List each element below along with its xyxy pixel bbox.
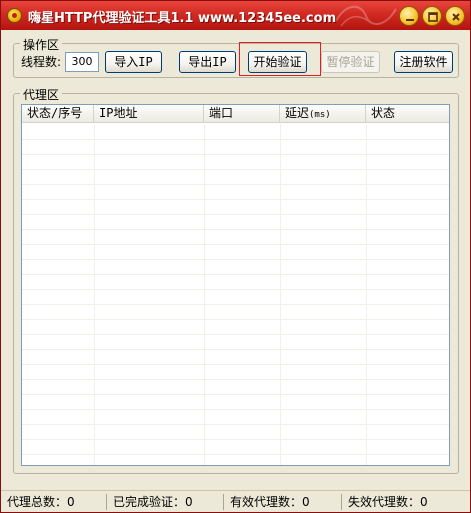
column-latency[interactable]: 延迟(ms) xyxy=(280,105,366,123)
status-total: 代理总数：0 xyxy=(7,495,75,509)
import-ip-button[interactable]: 导入IP xyxy=(105,51,162,73)
operations-group-title: 操作区 xyxy=(20,36,63,53)
column-ip-address[interactable]: IP地址 xyxy=(94,105,204,123)
threads-input[interactable]: 300 xyxy=(65,52,99,72)
proxy-group-title: 代理区 xyxy=(20,86,63,103)
close-icon xyxy=(452,13,460,21)
column-latency-label: 延迟 xyxy=(285,106,310,120)
maximize-icon xyxy=(428,12,438,22)
pause-verify-button[interactable]: 暂停验证 xyxy=(321,51,380,73)
column-port[interactable]: 端口 xyxy=(204,105,280,123)
proxy-list-header: 状态/序号 IP地址 端口 延迟(ms) 状态 xyxy=(22,105,449,123)
threads-label: 线程数: xyxy=(21,55,62,69)
start-verify-button[interactable]: 开始验证 xyxy=(248,51,307,73)
column-status-index[interactable]: 状态/序号 xyxy=(22,105,94,123)
app-window: 嗨星HTTP代理验证工具1.1 www.12345ee.com 操作区 线程数:… xyxy=(0,0,471,513)
status-done: 已完成验证：0 xyxy=(113,495,193,509)
list-grid xyxy=(22,124,449,465)
maximize-button[interactable] xyxy=(422,6,442,26)
column-latency-unit: (ms) xyxy=(309,110,331,120)
app-logo-icon xyxy=(7,8,22,23)
title-ornament-icon xyxy=(335,5,397,27)
title-bar[interactable]: 嗨星HTTP代理验证工具1.1 www.12345ee.com xyxy=(1,1,470,30)
export-ip-button[interactable]: 导出IP xyxy=(179,51,236,73)
column-status[interactable]: 状态 xyxy=(366,105,449,123)
minimize-icon xyxy=(406,19,414,21)
close-button[interactable] xyxy=(445,6,465,26)
window-title: 嗨星HTTP代理验证工具1.1 www.12345ee.com xyxy=(28,11,337,26)
status-valid: 有效代理数：0 xyxy=(230,495,310,509)
status-bar: 代理总数：0 已完成验证：0 有效代理数：0 失效代理数：0 xyxy=(1,490,470,512)
register-button[interactable]: 注册软件 xyxy=(394,51,453,73)
status-invalid: 失效代理数：0 xyxy=(348,495,428,509)
minimize-button[interactable] xyxy=(399,6,419,26)
proxy-list[interactable]: 状态/序号 IP地址 端口 延迟(ms) 状态 xyxy=(21,104,450,466)
